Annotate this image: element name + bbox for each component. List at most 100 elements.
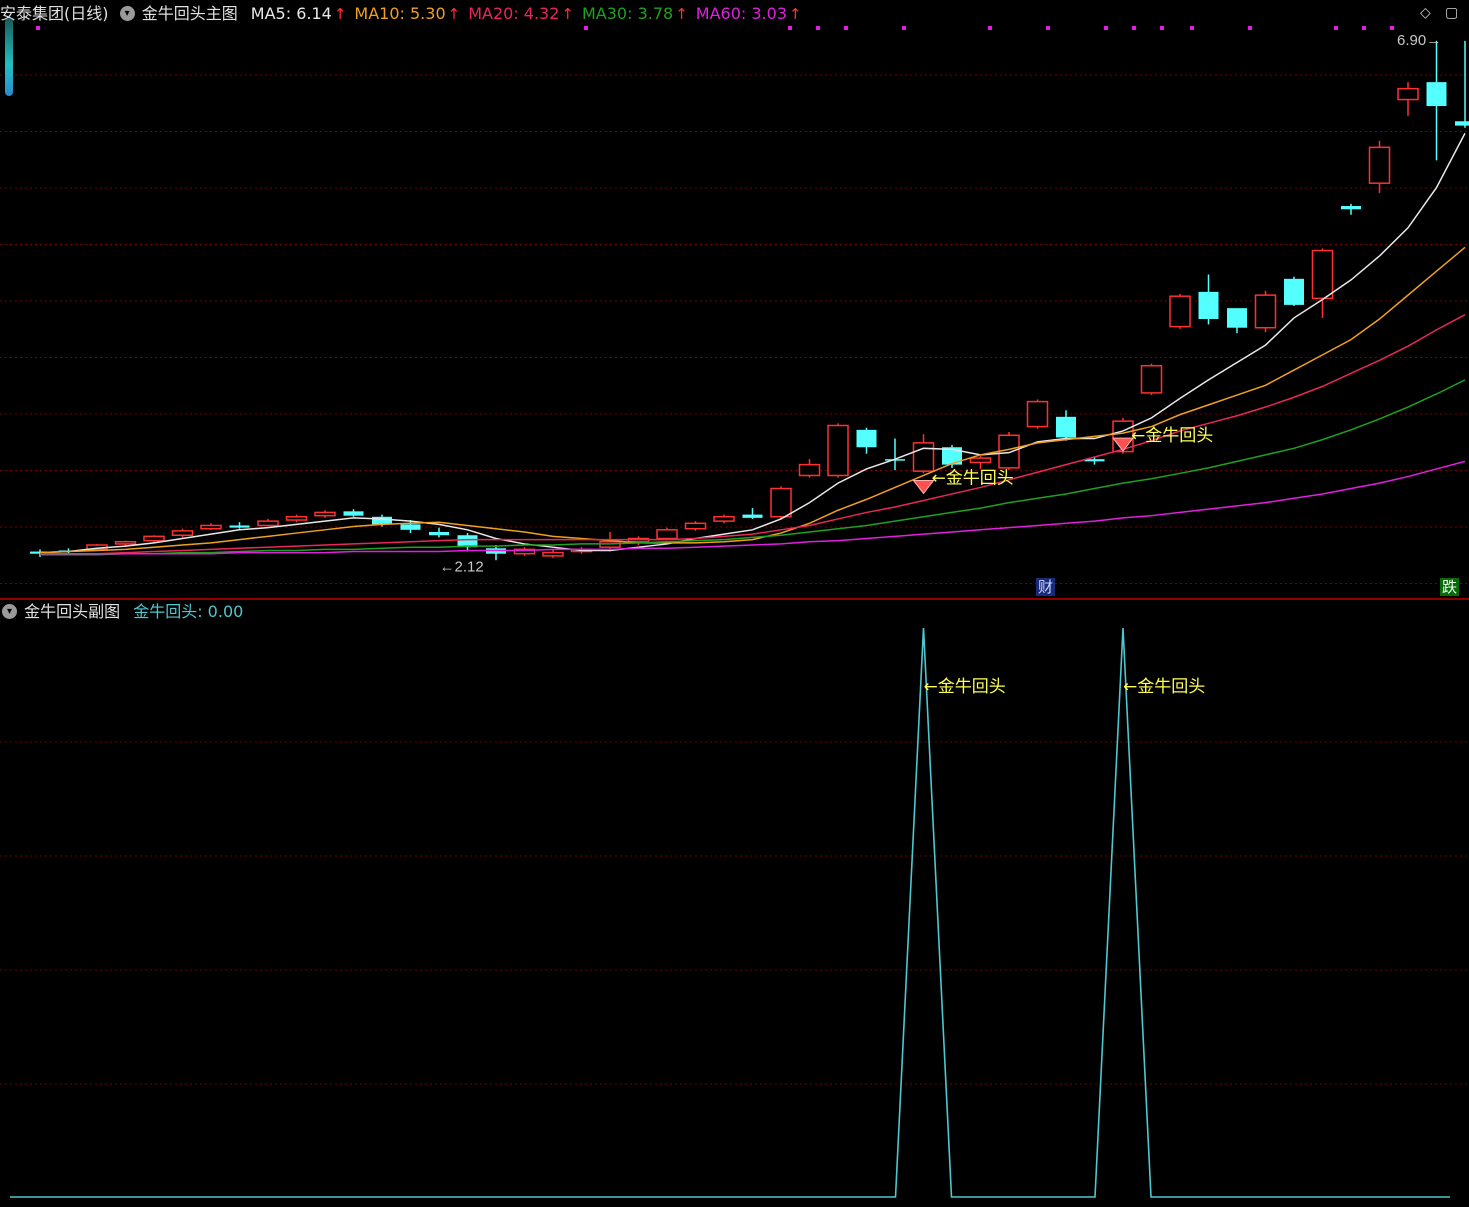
candle <box>1341 203 1361 215</box>
signal-dot <box>816 26 820 30</box>
sub-signal-label: ←金牛回头 <box>1123 677 1205 697</box>
candle-body-up <box>1026 400 1049 428</box>
signal-dot <box>844 26 848 30</box>
candle-body-down <box>1426 82 1447 107</box>
signal-label: ←金牛回头 <box>932 468 1014 488</box>
candle-body-up <box>542 551 564 557</box>
candle <box>1026 399 1049 429</box>
candle-body-down <box>856 429 877 448</box>
candle-body-down <box>1227 308 1247 328</box>
sub-signal-label: ←金牛回头 <box>924 677 1006 697</box>
main-indicator-name[interactable]: 金牛回头主图 <box>142 4 238 23</box>
candle <box>1368 140 1391 193</box>
candle <box>486 545 506 561</box>
low-price-label: ←2.12 <box>440 559 484 576</box>
chevron-down-icon[interactable]: ▾ <box>2 604 17 619</box>
ma-legend-1: MA5: 6.14 <box>250 4 332 23</box>
candle <box>542 549 564 559</box>
candle <box>1311 248 1334 318</box>
signal-dot <box>1132 26 1136 30</box>
candle <box>1227 308 1247 334</box>
sub-header: ▾ 金牛回头副图 金牛回头: 0.00 <box>0 602 245 622</box>
high-price-label: 6.90→ <box>1397 32 1441 49</box>
candle-body-up <box>1254 294 1277 329</box>
candle-body-down <box>400 524 421 530</box>
up-arrow-icon: ↑ <box>789 5 802 23</box>
ma-line-ma5 <box>39 132 1466 554</box>
candle <box>429 527 449 538</box>
candle-body-up <box>827 424 849 477</box>
candle-body-up <box>285 516 308 521</box>
cai-tag[interactable]: 财 <box>1036 578 1056 596</box>
diamond-icon[interactable]: ◇ <box>1420 5 1431 21</box>
ma-legend-2: MA10: 5.30 <box>354 4 446 23</box>
scroll-indicator[interactable] <box>5 18 13 96</box>
restore-window-icon[interactable]: ▢ <box>1445 5 1458 21</box>
signal-label: ←金牛回头 <box>1131 426 1213 446</box>
signal-dots <box>36 26 1394 30</box>
candle-body-up <box>770 487 792 518</box>
candle <box>684 521 707 531</box>
candle-body-up <box>1311 249 1334 300</box>
signal-dot <box>1362 26 1366 30</box>
candle-body-up <box>1140 364 1163 394</box>
ma-line-ma10 <box>39 246 1466 554</box>
sub-value-label: 金牛回头: 0.00 <box>133 602 244 621</box>
candle <box>713 514 735 524</box>
candle <box>1198 274 1219 325</box>
signal-dot <box>584 26 588 30</box>
candle-body-up <box>713 516 735 522</box>
candle-body-up <box>684 522 707 530</box>
up-arrow-icon: ↑ <box>675 5 688 23</box>
candle <box>229 522 250 529</box>
candle <box>827 423 849 478</box>
candle-body-down <box>343 511 364 516</box>
diamond-icon <box>912 479 935 495</box>
signal-dot <box>1190 26 1194 30</box>
ma-legend-5: MA60: 3.03 <box>695 4 788 23</box>
candle-body-up <box>1397 87 1419 101</box>
candle-body-down <box>1284 278 1304 305</box>
signal-dot <box>988 26 992 30</box>
candle-body-up <box>200 524 222 530</box>
candle-body-down <box>229 525 250 528</box>
chevron-down-icon[interactable]: ▾ <box>119 6 135 21</box>
up-arrow-icon: ↑ <box>447 5 461 23</box>
ma-legend-3: MA20: 4.32 <box>468 4 560 23</box>
ma-legend-4: MA30: 3.78 <box>582 4 674 23</box>
signal-dot <box>1160 26 1164 30</box>
candle <box>1169 294 1191 329</box>
stock-title[interactable]: 安泰集团(日线) <box>0 4 109 23</box>
candle-body-down <box>1455 121 1469 126</box>
candle <box>656 527 678 540</box>
candle <box>513 547 536 556</box>
candle-body-up <box>969 457 992 464</box>
candle <box>171 528 194 538</box>
candle <box>856 427 877 454</box>
die-tag[interactable]: 跌 <box>1440 578 1460 596</box>
candle <box>200 523 222 530</box>
candle <box>885 438 905 471</box>
candle <box>314 510 336 518</box>
candle-body-down <box>1341 206 1361 210</box>
candle-body-up <box>998 434 1020 469</box>
up-arrow-icon: ↑ <box>333 5 347 23</box>
sub-series: ←金牛回头 ←金牛回头 <box>10 627 1450 1198</box>
candle-body-up <box>257 520 279 527</box>
candle <box>1140 363 1163 396</box>
candle <box>1397 82 1419 116</box>
candle-body-up <box>314 511 336 517</box>
candle-body-up <box>1169 295 1191 328</box>
candle <box>912 434 935 474</box>
signal-dot <box>1046 26 1050 30</box>
candle-body-up <box>171 530 194 536</box>
candle-body-down <box>1198 291 1219 320</box>
signal-dot <box>902 26 906 30</box>
candle-body-up <box>143 535 165 542</box>
sub-indicator-name[interactable]: 金牛回头副图 <box>24 602 120 621</box>
signal-dot <box>788 26 792 30</box>
candle-body-up <box>912 442 935 472</box>
candle <box>798 459 821 478</box>
candle <box>1056 410 1076 441</box>
candle <box>1284 276 1304 306</box>
